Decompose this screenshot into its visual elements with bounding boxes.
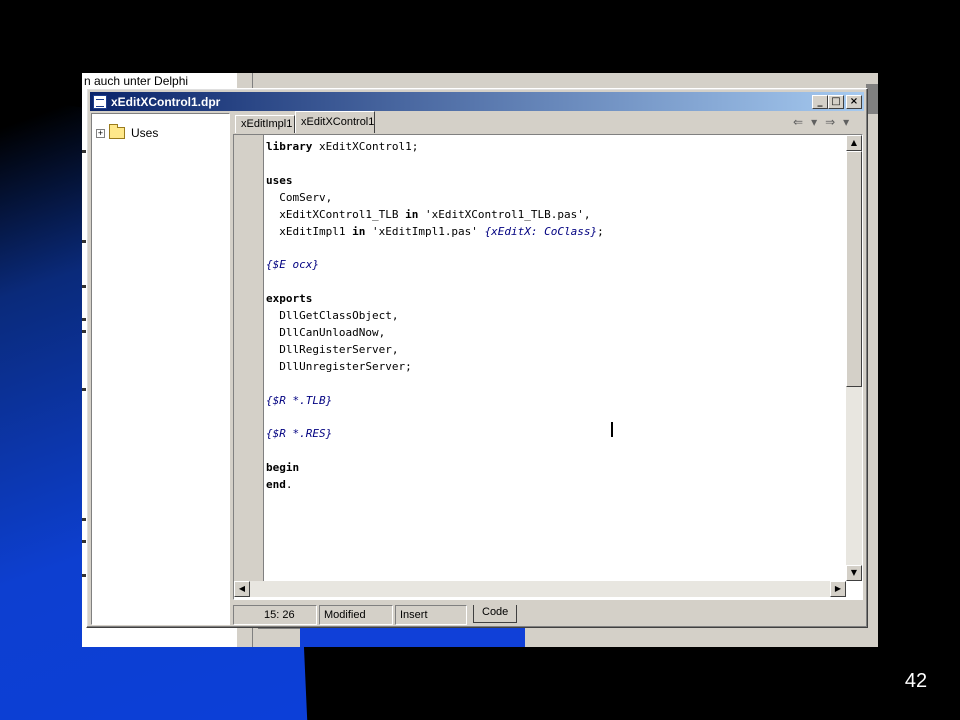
code-line: DllGetClassObject, bbox=[266, 308, 604, 325]
code-text: DllCanUnloadNow, bbox=[266, 325, 386, 339]
code-directive: {$R *.TLB} bbox=[266, 393, 333, 407]
maximize-button[interactable]: □ bbox=[828, 94, 844, 109]
horizontal-scrollbar[interactable]: ◀ ▶ bbox=[234, 581, 846, 597]
expand-icon[interactable]: + bbox=[96, 128, 105, 138]
code-line: DllUnregisterServer; bbox=[266, 359, 604, 376]
code-line: xEditImpl1 in 'xEditImpl1.pas' {xEditX: … bbox=[266, 224, 604, 241]
code-line: DllRegisterServer, bbox=[266, 342, 604, 359]
code-keyword: end bbox=[266, 478, 286, 492]
background-bottom-strip bbox=[258, 628, 302, 647]
editor-gutter bbox=[234, 135, 264, 581]
back-history-icon[interactable]: ▾ bbox=[811, 115, 817, 129]
code-directive: {$E ocx} bbox=[266, 258, 319, 272]
code-text: DllUnregisterServer; bbox=[266, 359, 412, 373]
scroll-up-button[interactable]: ▲ bbox=[846, 135, 862, 151]
code-text: . bbox=[285, 478, 293, 492]
code-keyword: uses bbox=[266, 173, 293, 187]
vertical-scrollbar[interactable]: ▲ ▼ bbox=[846, 135, 862, 581]
code-line: begin bbox=[266, 460, 604, 477]
background-fragment-text: n auch unter Delphi bbox=[84, 74, 189, 88]
tab-xeditimpl1[interactable]: xEditImpl1 bbox=[235, 115, 295, 133]
scroll-right-button[interactable]: ▶ bbox=[830, 581, 846, 597]
tree-item-label: Uses bbox=[131, 126, 159, 140]
project-tree: + Uses bbox=[91, 113, 230, 625]
code-editor[interactable]: library xEditXControl1; uses ComServ, xE… bbox=[233, 134, 863, 600]
code-keyword: library bbox=[266, 140, 313, 153]
code-keyword: exports bbox=[266, 292, 313, 306]
cursor-position: 15: 26 bbox=[233, 605, 317, 625]
code-text: xEditImpl1 bbox=[266, 224, 353, 238]
scroll-left-button[interactable]: ◀ bbox=[234, 581, 250, 597]
modified-indicator: Modified bbox=[319, 605, 393, 625]
file-icon bbox=[93, 94, 107, 109]
code-text: 'xEditImpl1.pas' bbox=[365, 224, 485, 238]
code-keyword: begin bbox=[266, 461, 300, 475]
code-line: uses bbox=[266, 173, 604, 190]
code-text: xEditXControl1; bbox=[312, 140, 419, 153]
code-directive: {$R *.RES} bbox=[266, 427, 333, 441]
code-text: DllRegisterServer, bbox=[266, 342, 399, 356]
code-line: {$R *.TLB} bbox=[266, 393, 604, 410]
scroll-down-button[interactable]: ▼ bbox=[846, 565, 862, 581]
code-line: {$R *.RES} bbox=[266, 426, 604, 443]
code-keyword: in bbox=[405, 207, 419, 221]
title-bar[interactable]: xEditXControl1.dpr _ □ × bbox=[90, 92, 864, 111]
window-title: xEditXControl1.dpr bbox=[111, 94, 221, 109]
code-line: {$E ocx} bbox=[266, 257, 604, 274]
page-number: 42 bbox=[904, 670, 928, 692]
forward-arrow-icon[interactable]: ⇒ bbox=[825, 115, 835, 129]
text-caret bbox=[611, 422, 613, 437]
code-line: DllCanUnloadNow, bbox=[266, 325, 604, 342]
tree-item-uses[interactable]: + Uses bbox=[96, 124, 159, 140]
code-directive: {xEditX: CoClass} bbox=[484, 224, 598, 238]
code-line: library xEditXControl1; bbox=[266, 139, 604, 156]
back-arrow-icon[interactable]: ⇐ bbox=[793, 115, 803, 129]
close-button[interactable]: × bbox=[846, 94, 862, 109]
status-bar: 15: 26 Modified Insert Code bbox=[233, 605, 865, 625]
code-line: xEditXControl1_TLB in 'xEditXControl1_TL… bbox=[266, 207, 604, 224]
vertical-scroll-thumb[interactable] bbox=[846, 151, 862, 387]
code-text: 'xEditXControl1_TLB.pas', bbox=[418, 207, 591, 221]
code-text: ComServ, bbox=[266, 190, 333, 204]
code-editor-window: xEditXControl1.dpr _ □ × + Uses xEditImp… bbox=[86, 88, 868, 628]
code-text: DllGetClassObject, bbox=[266, 309, 399, 323]
code-line: end. bbox=[266, 477, 604, 494]
folder-icon bbox=[109, 124, 125, 139]
source-code[interactable]: library xEditXControl1; uses ComServ, xE… bbox=[266, 139, 604, 494]
navigation-arrows: ⇐ ▾ ⇒ ▾ bbox=[793, 115, 849, 129]
code-line: exports bbox=[266, 291, 604, 308]
code-keyword: in bbox=[352, 224, 366, 238]
code-line: ComServ, bbox=[266, 190, 604, 207]
insert-mode: Insert bbox=[395, 605, 467, 625]
forward-history-icon[interactable]: ▾ bbox=[843, 115, 849, 129]
code-text: xEditXControl1_TLB bbox=[266, 207, 406, 221]
tab-code[interactable]: Code bbox=[473, 605, 518, 623]
minimize-button[interactable]: _ bbox=[812, 94, 828, 109]
code-text: ; bbox=[597, 224, 604, 238]
tab-xeditxcontrol1[interactable]: xEditXControl1 bbox=[295, 111, 375, 133]
